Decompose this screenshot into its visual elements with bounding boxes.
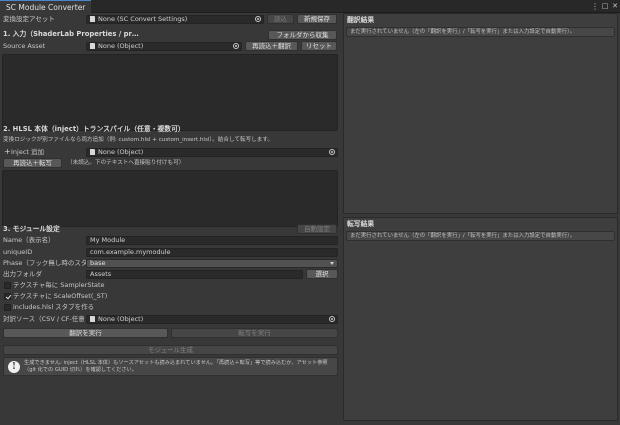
maximize-icon[interactable]: □ bbox=[600, 0, 610, 13]
window-tab[interactable]: SC Module Converter bbox=[0, 0, 92, 13]
chevron-down-icon bbox=[330, 262, 334, 265]
phase-dropdown[interactable]: base bbox=[86, 259, 338, 268]
source-asset-field[interactable]: None (Object) bbox=[86, 42, 242, 51]
includes-stub-label: includes.hlsl スタブを作る bbox=[13, 303, 95, 311]
hlsl-inject-textarea[interactable] bbox=[2, 170, 338, 227]
run-transcribe-button[interactable]: 転写を実行 bbox=[171, 328, 338, 338]
run-translate-button[interactable]: 翻訳を実行 bbox=[3, 328, 168, 338]
object-picker-icon[interactable] bbox=[329, 149, 335, 155]
document-icon bbox=[90, 316, 95, 322]
inject-note: （未読込。下のテキストへ直接貼り付けも可） bbox=[67, 160, 185, 166]
includes-stub-checkbox[interactable] bbox=[4, 304, 11, 311]
transcribe-results-panel: 転写結果 まだ実行されていません（左の「翻訳を実行」/「転写を実行」または入力設… bbox=[343, 217, 618, 421]
inject-asset-value: None (Object) bbox=[98, 148, 144, 156]
settings-panel: 変換設定アセット None (SC Convert Settings) 読込 新… bbox=[0, 13, 342, 425]
contrast-source-value: None (Object) bbox=[98, 315, 144, 323]
preset-asset-value: None (SC Convert Settings) bbox=[98, 15, 188, 23]
plus-icon[interactable]: + bbox=[4, 147, 11, 156]
object-picker-icon[interactable] bbox=[329, 316, 335, 322]
reload-transcribe-button[interactable]: 再読込＋転写 bbox=[3, 158, 62, 168]
translation-results-message: まだ実行されていません（左の「翻訳を実行」/「転写を実行」または入力設定で自動実… bbox=[346, 27, 615, 37]
sampler-state-checkbox[interactable] bbox=[4, 282, 11, 289]
auto-setting-button[interactable]: 自動設定 bbox=[297, 224, 337, 234]
error-helpbox: ! 生成できません: inject（HLSL 本体）もソースアセットも読み込まれ… bbox=[3, 357, 338, 376]
section2-description: 変換ロジックが別ファイルなら両方追加（例: custom.hlsl + cust… bbox=[3, 137, 274, 143]
document-icon bbox=[90, 16, 95, 22]
reset-button[interactable]: リセット bbox=[301, 41, 337, 51]
document-icon bbox=[90, 43, 95, 49]
transcribe-results-header: 転写結果 bbox=[347, 220, 375, 228]
translation-results-header: 翻訳結果 bbox=[347, 16, 375, 24]
error-message: 生成できません: inject（HLSL 本体）もソースアセットも読み込まれてい… bbox=[24, 360, 328, 373]
section1-header: 1. 入力（ShaderLab Properties / pr… bbox=[3, 30, 139, 38]
uniqueid-label: uniqueID bbox=[3, 248, 33, 256]
document-icon bbox=[90, 149, 95, 155]
load-preset-button[interactable]: 読込 bbox=[267, 14, 294, 24]
inject-add-label[interactable]: Inject 追加 bbox=[11, 148, 44, 157]
sampler-state-label: テクスチャ毎に SamplerState bbox=[13, 281, 105, 289]
scale-offset-label: テクスチャに ScaleOffset(_ST) bbox=[13, 292, 108, 300]
select-folder-button[interactable]: 選択 bbox=[306, 269, 338, 279]
scale-offset-checkbox[interactable] bbox=[4, 293, 11, 300]
generate-module-button[interactable]: モジュール生成 bbox=[3, 345, 338, 355]
reload-translate-button[interactable]: 再読込＋翻訳 bbox=[245, 41, 298, 51]
module-name-label: Name（表示名） bbox=[3, 236, 55, 244]
preset-asset-field[interactable]: None (SC Convert Settings) bbox=[86, 15, 264, 24]
inject-asset-field[interactable]: None (Object) bbox=[86, 148, 338, 157]
results-panel: 翻訳結果 まだ実行されていません（左の「翻訳を実行」/「転写を実行」または入力設… bbox=[342, 13, 620, 425]
section3-header: 3. モジュール設定 bbox=[3, 225, 60, 233]
uniqueid-input[interactable]: com.example.mymodule bbox=[86, 248, 338, 257]
menu-icon[interactable]: ⋮ bbox=[590, 0, 600, 13]
transcribe-results-message: まだ実行されていません（左の「翻訳を実行」/「転写を実行」または入力設定で自動実… bbox=[346, 231, 615, 241]
section2-header: 2. HLSL 本体（inject）トランスパイル（任意・複数可） bbox=[3, 125, 185, 133]
phase-selected-value: base bbox=[90, 259, 106, 267]
contrast-source-field[interactable]: None (Object) bbox=[86, 315, 338, 324]
source-asset-value: None (Object) bbox=[98, 42, 144, 50]
object-picker-icon[interactable] bbox=[233, 43, 239, 49]
collect-from-folder-button[interactable]: フォルダから収集 bbox=[268, 30, 337, 40]
preset-label: 変換設定アセット bbox=[3, 15, 55, 23]
warning-icon: ! bbox=[8, 361, 20, 373]
close-icon[interactable]: ✕ bbox=[610, 0, 620, 13]
module-name-input[interactable]: My Module bbox=[86, 236, 338, 245]
shaderlab-input-textarea[interactable] bbox=[2, 54, 338, 131]
save-new-preset-button[interactable]: 新規保存 bbox=[297, 14, 337, 24]
output-folder-label: 出力フォルダ bbox=[3, 270, 42, 278]
output-folder-input[interactable]: Assets bbox=[86, 270, 303, 279]
object-picker-icon[interactable] bbox=[255, 16, 261, 22]
window-titlebar: SC Module Converter ⋮ □ ✕ bbox=[0, 0, 620, 13]
source-asset-label: Source Asset bbox=[3, 42, 46, 50]
contrast-source-label: 対訳ソース（CSV / CF-任意 bbox=[3, 315, 85, 323]
translation-results-panel: 翻訳結果 まだ実行されていません（左の「翻訳を実行」/「転写を実行」または入力設… bbox=[343, 13, 618, 214]
